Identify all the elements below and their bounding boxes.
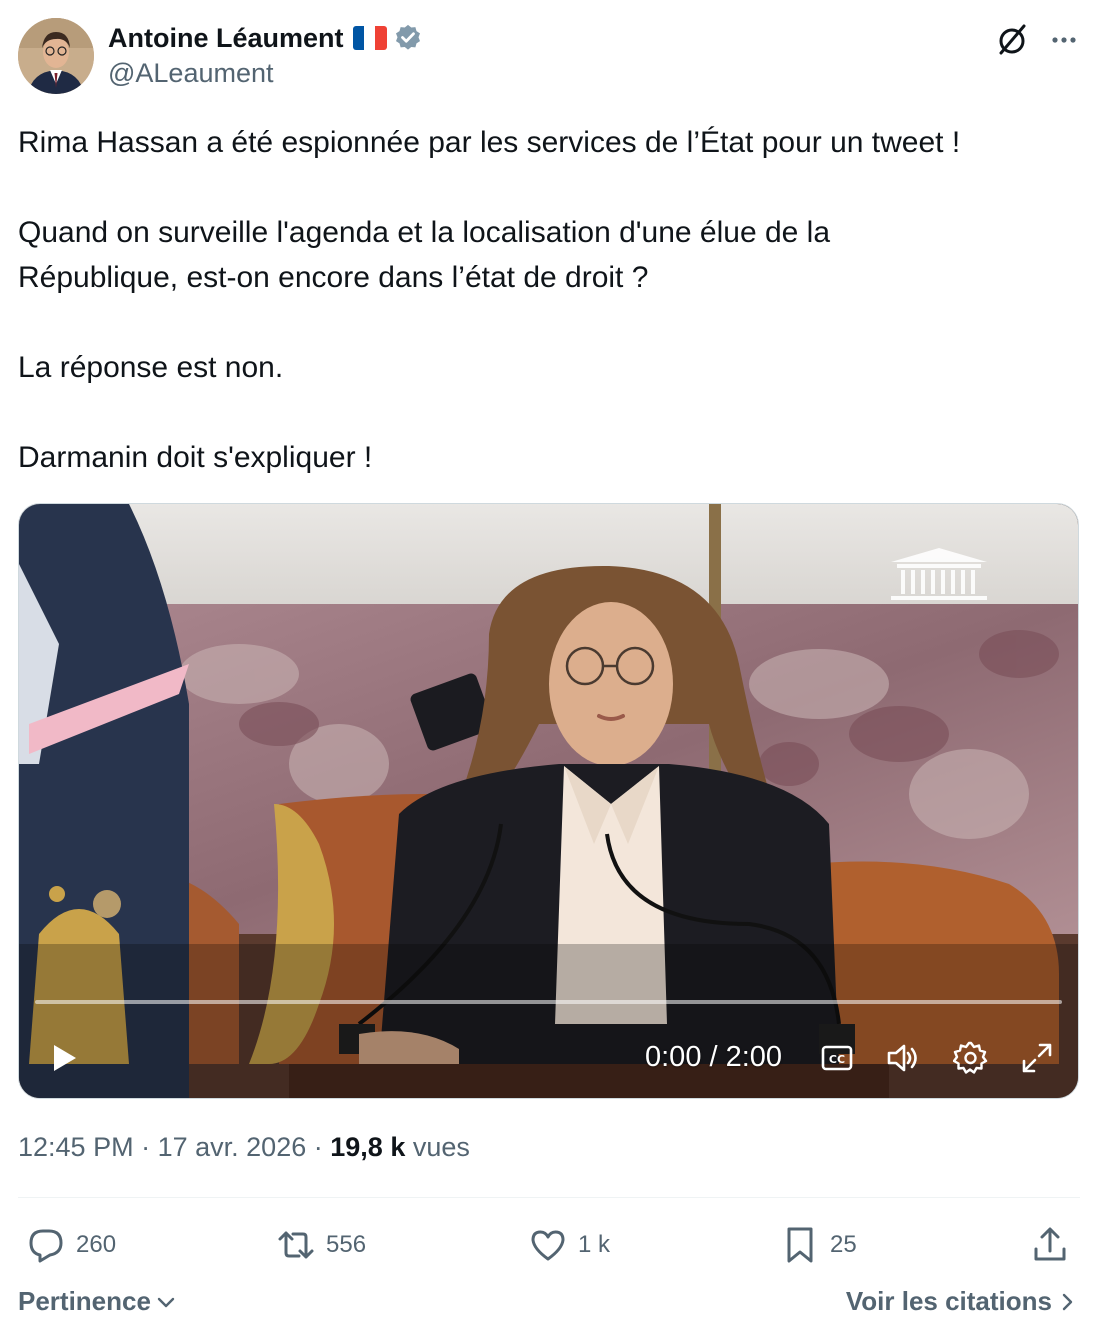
views-label: vues (412, 1132, 470, 1162)
verified-badge-icon[interactable] (393, 23, 423, 53)
tweet-paragraph: Quand on surveille l'agenda et la locali… (18, 216, 831, 249)
tweet-paragraph: La réponse est non. (18, 351, 284, 384)
video-thumbnail (19, 504, 1078, 1098)
sort-label: Pertinence (18, 1286, 151, 1316)
bookmark-icon (787, 1227, 813, 1263)
tweet-meta: 12:45 PM · 17 avr. 2026 · 19,8 k vues (18, 1132, 470, 1163)
grok-icon[interactable] (994, 22, 1030, 58)
tweet-paragraph: Rima Hassan a été espionnée par les serv… (18, 126, 961, 159)
like-icon (531, 1230, 565, 1261)
fullscreen-icon[interactable] (1019, 1040, 1055, 1076)
action-bar: 260 556 1 k 25 (18, 1222, 1080, 1268)
meta-separator: · (141, 1132, 151, 1162)
reply-icon (29, 1229, 63, 1263)
video-player[interactable]: 0:00 / 2:00 CC (18, 503, 1079, 1099)
meta-separator: · (313, 1132, 323, 1162)
bookmark-count: 25 (830, 1231, 857, 1258)
chevron-down-icon (157, 1297, 175, 1307)
france-flag-icon (352, 26, 387, 50)
repost-button[interactable]: 556 (276, 1222, 366, 1268)
tweet-header: Antoine Léaument @ALeaument (18, 18, 1086, 96)
reply-count: 260 (76, 1231, 117, 1258)
like-count: 1 k (578, 1231, 611, 1258)
tweet-date[interactable]: 17 avr. 2026 (158, 1132, 307, 1162)
captions-icon[interactable]: CC (819, 1040, 855, 1076)
tweet-paragraph: République, est-on encore dans l’état de… (18, 261, 649, 294)
share-button[interactable] (1030, 1222, 1080, 1268)
tweet-paragraph: Darmanin doit s'expliquer ! (18, 441, 373, 474)
repost-icon (278, 1231, 314, 1259)
volume-icon[interactable] (885, 1040, 921, 1076)
bookmark-button[interactable]: 25 (780, 1222, 857, 1268)
video-progress-bar[interactable] (35, 1000, 1062, 1004)
avatar[interactable] (18, 18, 94, 94)
author-row: Antoine Léaument (108, 20, 423, 56)
reply-button[interactable]: 260 (26, 1222, 116, 1268)
author-name[interactable]: Antoine Léaument (108, 23, 344, 54)
video-timecode: 0:00 / 2:00 (645, 1041, 783, 1073)
repost-count: 556 (326, 1231, 367, 1258)
views-count[interactable]: 19,8 k (330, 1132, 405, 1162)
tweet-text: Rima Hassan a été espionnée par les serv… (18, 120, 1078, 480)
like-button[interactable]: 1 k (528, 1222, 610, 1268)
tweet-time[interactable]: 12:45 PM (18, 1132, 134, 1162)
svg-text:CC: CC (829, 1053, 845, 1066)
share-icon (1034, 1227, 1066, 1261)
chevron-right-icon (1062, 1293, 1073, 1310)
view-quotes-label: Voir les citations (845, 1286, 1052, 1316)
more-icon[interactable] (1046, 22, 1082, 58)
settings-icon[interactable] (953, 1040, 989, 1076)
divider (18, 1197, 1080, 1198)
play-icon[interactable] (45, 1040, 81, 1076)
sort-dropdown[interactable]: Pertinence (18, 1286, 177, 1317)
author-handle[interactable]: @ALeaument (108, 58, 274, 89)
view-quotes-link[interactable]: Voir les citations (846, 1286, 1078, 1317)
